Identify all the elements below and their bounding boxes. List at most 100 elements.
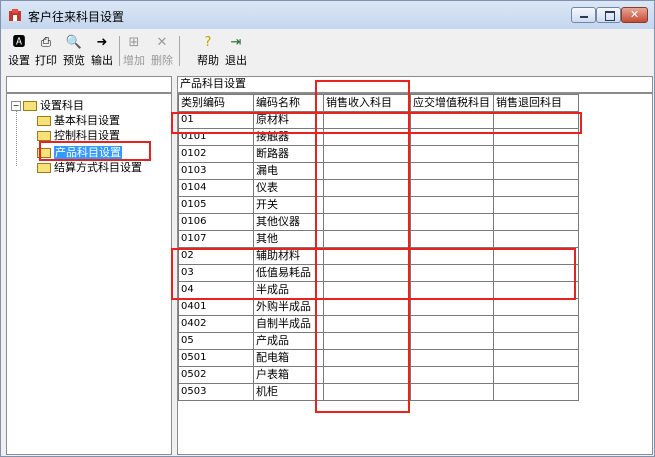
sales-income-cell[interactable] — [323, 349, 411, 367]
code-name-cell[interactable]: 户表箱 — [253, 366, 324, 384]
sales-return-cell[interactable] — [493, 281, 579, 299]
sales-income-cell[interactable] — [323, 179, 411, 197]
code-name-cell[interactable]: 半成品 — [253, 281, 324, 299]
vat-payable-cell[interactable] — [410, 366, 494, 384]
maximize-button[interactable] — [596, 7, 621, 23]
vat-payable-cell[interactable] — [410, 145, 494, 163]
category-code-cell[interactable]: 0102 — [178, 145, 254, 163]
code-name-cell[interactable]: 机柜 — [253, 383, 324, 401]
code-name-cell[interactable]: 低值易耗品 — [253, 264, 324, 282]
vat-payable-cell[interactable] — [410, 111, 494, 129]
close-button[interactable]: ✕ — [621, 7, 648, 23]
table-row[interactable]: 0501 配电箱 — [178, 349, 579, 367]
table-row[interactable]: 04 半成品 — [178, 281, 579, 299]
sales-return-cell[interactable] — [493, 230, 579, 248]
col-header-category-code[interactable]: 类别编码 — [178, 94, 254, 112]
table-row[interactable]: 0102 断路器 — [178, 145, 579, 163]
exit-button[interactable]: ⇥ 退出 — [223, 34, 249, 68]
export-button[interactable]: ➜ 输出 — [89, 34, 115, 68]
code-name-cell[interactable]: 辅助材料 — [253, 247, 324, 265]
sales-return-cell[interactable] — [493, 196, 579, 214]
code-name-cell[interactable]: 产成品 — [253, 332, 324, 350]
category-code-cell[interactable]: 0501 — [178, 349, 254, 367]
category-code-cell[interactable]: 0502 — [178, 366, 254, 384]
vat-payable-cell[interactable] — [410, 247, 494, 265]
category-code-cell[interactable]: 0105 — [178, 196, 254, 214]
code-name-cell[interactable]: 开关 — [253, 196, 324, 214]
code-name-cell[interactable]: 其他 — [253, 230, 324, 248]
sales-income-cell[interactable] — [323, 111, 411, 129]
tree-root[interactable]: − 设置科目 — [11, 98, 84, 114]
table-row[interactable]: 0101 接触器 — [178, 128, 579, 146]
sales-return-cell[interactable] — [493, 179, 579, 197]
col-header-code-name[interactable]: 编码名称 — [253, 94, 324, 112]
sales-return-cell[interactable] — [493, 383, 579, 401]
sales-income-cell[interactable] — [323, 264, 411, 282]
table-row[interactable]: 0401 外购半成品 — [178, 298, 579, 316]
vat-payable-cell[interactable] — [410, 162, 494, 180]
sales-income-cell[interactable] — [323, 213, 411, 231]
sales-income-cell[interactable] — [323, 128, 411, 146]
category-code-cell[interactable]: 01 — [178, 111, 254, 129]
code-name-cell[interactable]: 配电箱 — [253, 349, 324, 367]
table-row[interactable]: 02 辅助材料 — [178, 247, 579, 265]
vat-payable-cell[interactable] — [410, 128, 494, 146]
sales-return-cell[interactable] — [493, 247, 579, 265]
vat-payable-cell[interactable] — [410, 264, 494, 282]
category-code-cell[interactable]: 0503 — [178, 383, 254, 401]
category-code-cell[interactable]: 0402 — [178, 315, 254, 333]
code-name-cell[interactable]: 断路器 — [253, 145, 324, 163]
vat-payable-cell[interactable] — [410, 196, 494, 214]
sales-income-cell[interactable] — [323, 281, 411, 299]
category-code-cell[interactable]: 05 — [178, 332, 254, 350]
vat-payable-cell[interactable] — [410, 383, 494, 401]
help-button[interactable]: ? 帮助 — [195, 34, 221, 68]
sales-income-cell[interactable] — [323, 315, 411, 333]
tree-item-basic[interactable]: 基本科目设置 — [37, 113, 120, 129]
vat-payable-cell[interactable] — [410, 213, 494, 231]
table-row[interactable]: 05 产成品 — [178, 332, 579, 350]
code-name-cell[interactable]: 其他仪器 — [253, 213, 324, 231]
sales-income-cell[interactable] — [323, 298, 411, 316]
table-row[interactable]: 03 低值易耗品 — [178, 264, 579, 282]
tree-item-settlement[interactable]: 结算方式科目设置 — [37, 160, 142, 176]
sales-return-cell[interactable] — [493, 366, 579, 384]
table-row[interactable]: 0107 其他 — [178, 230, 579, 248]
sales-income-cell[interactable] — [323, 332, 411, 350]
sales-return-cell[interactable] — [493, 162, 579, 180]
sales-income-cell[interactable] — [323, 383, 411, 401]
table-row[interactable]: 0502 户表箱 — [178, 366, 579, 384]
category-code-cell[interactable]: 0106 — [178, 213, 254, 231]
sales-income-cell[interactable] — [323, 366, 411, 384]
category-code-cell[interactable]: 0101 — [178, 128, 254, 146]
sales-return-cell[interactable] — [493, 111, 579, 129]
sales-return-cell[interactable] — [493, 213, 579, 231]
table-row[interactable]: 0503 机柜 — [178, 383, 579, 401]
vat-payable-cell[interactable] — [410, 315, 494, 333]
category-code-cell[interactable]: 0401 — [178, 298, 254, 316]
add-button[interactable]: ⊞ 增加 — [121, 34, 147, 68]
delete-button[interactable]: ✕ 删除 — [149, 34, 175, 68]
table-row[interactable]: 0105 开关 — [178, 196, 579, 214]
code-name-cell[interactable]: 接触器 — [253, 128, 324, 146]
tree-item-control[interactable]: 控制科目设置 — [37, 128, 120, 144]
category-code-cell[interactable]: 04 — [178, 281, 254, 299]
table-row[interactable]: 0103 漏电 — [178, 162, 579, 180]
vat-payable-cell[interactable] — [410, 281, 494, 299]
sales-return-cell[interactable] — [493, 145, 579, 163]
vat-payable-cell[interactable] — [410, 230, 494, 248]
col-header-sales-return[interactable]: 销售退回科目 — [493, 94, 579, 112]
code-name-cell[interactable]: 自制半成品 — [253, 315, 324, 333]
category-code-cell[interactable]: 0107 — [178, 230, 254, 248]
preview-button[interactable]: 🔍 预览 — [61, 34, 87, 68]
vat-payable-cell[interactable] — [410, 298, 494, 316]
category-code-cell[interactable]: 02 — [178, 247, 254, 265]
sales-return-cell[interactable] — [493, 315, 579, 333]
col-header-vat-payable[interactable]: 应交增值税科目 — [410, 94, 494, 112]
table-row[interactable]: 0106 其他仪器 — [178, 213, 579, 231]
sales-income-cell[interactable] — [323, 196, 411, 214]
table-row[interactable]: 01 原材料 — [178, 111, 579, 129]
sales-income-cell[interactable] — [323, 230, 411, 248]
sales-return-cell[interactable] — [493, 349, 579, 367]
settings-button[interactable]: 🅰 设置 — [7, 34, 31, 68]
